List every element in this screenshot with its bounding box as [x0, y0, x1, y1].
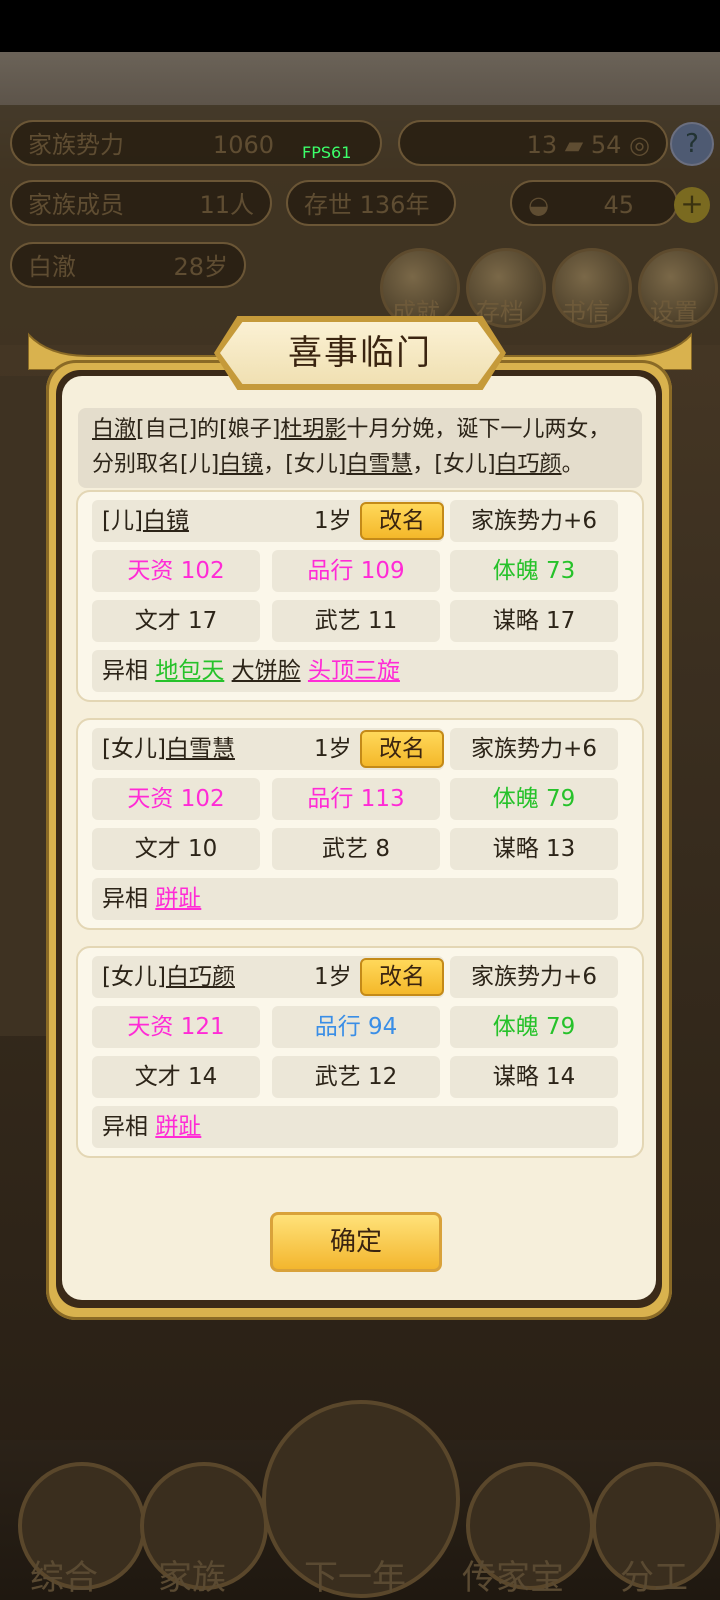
currency-a-value: 13 [526, 131, 558, 159]
bottom-division-label: 分工 [620, 1558, 688, 1598]
child-age: 1岁 [314, 508, 352, 534]
strategy-stat: 谋略 14 [450, 1056, 618, 1098]
bottom-family-label: 家族 [158, 1558, 226, 1598]
trait-link[interactable]: 跰趾 [155, 1114, 201, 1140]
traits-cell: 异相 跰趾 [92, 878, 618, 920]
talent-stat: 天资 102 [92, 778, 260, 820]
traits-cell: 异相 地包天 大饼脸 头顶三旋 [92, 650, 618, 692]
conduct-stat: 品行 94 [272, 1006, 440, 1048]
members-value: 11人 [199, 191, 254, 219]
gold-ingot-icon: ◒ [528, 191, 549, 219]
child-card: [女儿]白雪慧 1岁 改名 家族势力+6 天资 102 品行 113 体魄 79… [76, 718, 644, 930]
conduct-stat: 品行 113 [272, 778, 440, 820]
announce-mother[interactable]: 杜玥影 [280, 417, 346, 442]
rename-button[interactable]: 改名 [360, 958, 444, 996]
status-bar [0, 0, 720, 52]
child-card: [儿]白镜 1岁 改名 家族势力+6 天资 102 品行 109 体魄 73 文… [76, 490, 644, 702]
announce-child-1[interactable]: 白镜 [219, 452, 263, 477]
currency-pill[interactable]: 13 ▰ 54 ◎ [398, 120, 668, 166]
child-age: 1岁 [314, 736, 352, 762]
coin-icon: ◎ [629, 131, 650, 159]
bottom-next-year-label: 下一年 [304, 1558, 406, 1598]
literary-stat: 文才 10 [92, 828, 260, 870]
talent-stat: 天资 102 [92, 550, 260, 592]
dialog-title: 喜事临门 [288, 333, 432, 373]
settings-label: 设置 [650, 298, 698, 326]
survival-pill: 存世 136年 [286, 180, 456, 226]
physique-stat: 体魄 79 [450, 1006, 618, 1048]
person-name: 白澈 [28, 253, 76, 281]
family-power-value: 1060 [212, 131, 274, 159]
fps-counter: FPS61 [302, 143, 352, 162]
letters-label: 书信 [562, 298, 610, 326]
martial-stat: 武艺 8 [272, 828, 440, 870]
martial-stat: 武艺 11 [272, 600, 440, 642]
person-age: 28岁 [173, 253, 228, 281]
announce-father[interactable]: 白澈 [92, 417, 136, 442]
traits-cell: 异相 跰趾 [92, 1106, 618, 1148]
help-icon[interactable]: ? [670, 122, 714, 166]
physique-stat: 体魄 73 [450, 550, 618, 592]
family-power-gain: 家族势力+6 [450, 956, 618, 998]
family-power-gain: 家族势力+6 [450, 728, 618, 770]
trait-link[interactable]: 头顶三旋 [308, 658, 400, 684]
add-gold-icon[interactable]: + [674, 187, 710, 223]
gold-pill[interactable]: ◒ 45 [510, 180, 678, 226]
conduct-stat: 品行 109 [272, 550, 440, 592]
martial-stat: 武艺 12 [272, 1056, 440, 1098]
bottom-heirloom-label: 传家宝 [462, 1558, 564, 1598]
announce-child-2[interactable]: 白雪慧 [346, 452, 412, 477]
gold-value: 45 [603, 191, 634, 219]
talent-stat: 天资 121 [92, 1006, 260, 1048]
physique-stat: 体魄 79 [450, 778, 618, 820]
survival-label: 存世 [304, 191, 352, 219]
trait-link[interactable]: 大饼脸 [232, 658, 301, 684]
rename-button[interactable]: 改名 [360, 730, 444, 768]
confirm-button[interactable]: 确定 [270, 1212, 442, 1272]
trait-link[interactable]: 地包天 [155, 658, 224, 684]
rename-button[interactable]: 改名 [360, 502, 444, 540]
survival-value: 136年 [359, 191, 430, 219]
strategy-stat: 谋略 13 [450, 828, 618, 870]
members-label: 家族成员 [28, 191, 124, 219]
members-pill[interactable]: 家族成员 11人 [10, 180, 272, 226]
trait-link[interactable]: 跰趾 [155, 886, 201, 912]
strategy-stat: 谋略 17 [450, 600, 618, 642]
literary-stat: 文才 14 [92, 1056, 260, 1098]
person-pill[interactable]: 白澈 28岁 [10, 242, 246, 288]
family-power-label: 家族势力 [28, 131, 124, 159]
literary-stat: 文才 17 [92, 600, 260, 642]
currency-b-value: 54 [590, 131, 622, 159]
family-power-gain: 家族势力+6 [450, 500, 618, 542]
bottom-overview-label: 综合 [30, 1558, 98, 1598]
announce-child-3[interactable]: 白巧颜 [496, 452, 562, 477]
child-card: [女儿]白巧颜 1岁 改名 家族势力+6 天资 121 品行 94 体魄 79 … [76, 946, 644, 1158]
silver-icon: ▰ [564, 131, 584, 159]
child-name[interactable]: 白镜 [143, 508, 189, 534]
child-age: 1岁 [314, 964, 352, 990]
child-name[interactable]: 白巧颜 [166, 964, 235, 990]
birth-announcement: 白澈[自己]的[娘子]杜玥影十月分娩，诞下一儿两女， 分别取名[儿]白镜，[女儿]… [78, 408, 642, 488]
child-name[interactable]: 白雪慧 [166, 736, 235, 762]
